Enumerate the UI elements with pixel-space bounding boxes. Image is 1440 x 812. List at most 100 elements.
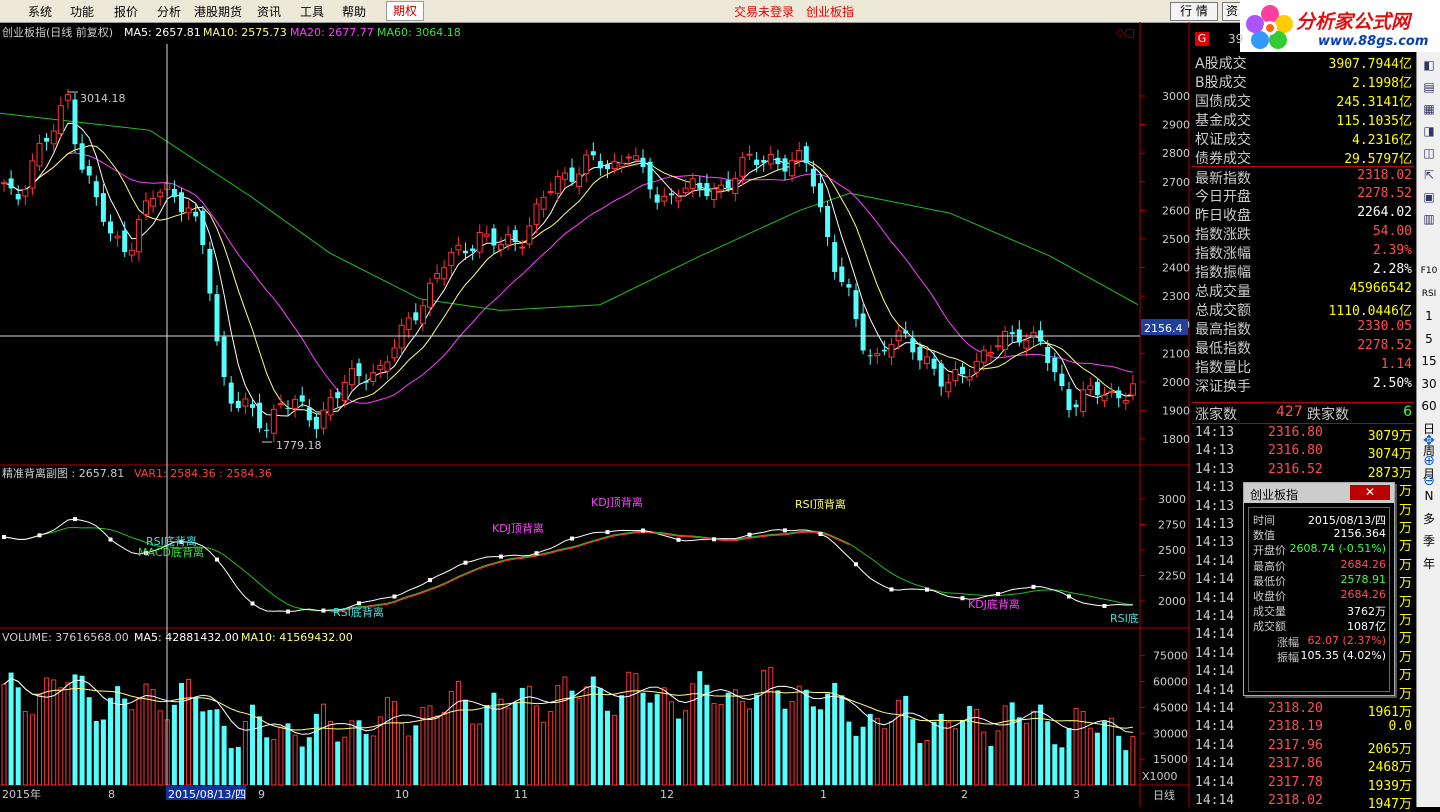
data-window-row: 最低价 2578.91 — [1249, 573, 1389, 588]
toolbar-button-2[interactable]: 1 — [1419, 307, 1439, 325]
down-count-value: 6 — [1403, 404, 1412, 420]
volume-bar — [228, 748, 234, 785]
volume-bar — [335, 741, 341, 785]
data-window[interactable]: 创业板指 ✕ 时间 2015/08/13/四 数值 2156.364 开盘价 2608.7… — [1243, 482, 1395, 696]
volume-bar — [356, 720, 362, 785]
up-count-value: 427 — [1276, 404, 1303, 420]
candle — [335, 388, 341, 408]
toolbar-tool-icon[interactable]: ⇱ — [1419, 166, 1439, 184]
candle — [228, 376, 234, 412]
menu-options[interactable]: 期权 — [386, 1, 425, 21]
data-window-value: 2684.26 — [1340, 588, 1387, 601]
toolbar-tool-icon[interactable]: ◨ — [1419, 122, 1439, 140]
tick-vol: 0.0 — [1388, 719, 1412, 735]
candle — [704, 173, 710, 200]
quote-label: 国债成交 — [1195, 94, 1251, 110]
menu-hk-futures[interactable]: 港股期货 — [194, 3, 242, 20]
menu-function[interactable]: 功能 — [70, 3, 94, 20]
period-label[interactable]: 日线 — [1153, 788, 1175, 802]
menu-system[interactable]: 系统 — [28, 3, 52, 20]
subchart-dot — [1067, 594, 1071, 599]
quote-value: 115.1035亿 — [1336, 114, 1412, 129]
data-window-value: 2684.26 — [1340, 557, 1387, 571]
candle — [945, 374, 952, 399]
toolbar-button-0[interactable]: F10 — [1419, 262, 1439, 280]
trade-login-status[interactable]: 交易未登录 — [734, 3, 794, 20]
volume-bar — [1116, 735, 1122, 785]
data-window-row: 收盘价 2684.26 — [1249, 588, 1389, 603]
quote-button[interactable]: 行 情 — [1170, 2, 1218, 21]
chart-area[interactable]: 3000290028002700260025002400230022002100… — [0, 22, 1190, 807]
toolbar-button-11[interactable]: 多 — [1419, 510, 1439, 528]
toolbar-tool-icon[interactable]: ▥ — [1419, 210, 1439, 228]
candle — [647, 157, 653, 199]
close-button[interactable]: ✕ — [1350, 485, 1390, 500]
menu-tools[interactable]: 工具 — [300, 3, 324, 20]
candle — [718, 179, 725, 199]
zoom-control-icon[interactable]: ⊕ — [1419, 452, 1439, 470]
volume-bar — [306, 737, 312, 785]
menu-analysis[interactable]: 分析 — [157, 3, 181, 20]
quote-label: 指数量比 — [1195, 360, 1251, 376]
candle — [632, 147, 639, 167]
toolbar-button-1[interactable]: RSI — [1419, 285, 1439, 303]
toolbar-tool-icon[interactable]: ▤ — [1419, 78, 1439, 96]
volume-bar — [832, 682, 838, 785]
candle — [966, 368, 973, 387]
volume-bars — [1, 666, 1136, 786]
toolbar-tool-icon[interactable]: ▣ — [1419, 188, 1439, 206]
quote-value: 2.28% — [1372, 262, 1412, 277]
main-chart-header: 创业板指(日线 前复权) MA5: 2657.81 MA10: 2575.73 … — [2, 25, 1135, 39]
data-window-value: 2608.74 (-0.51%) — [1289, 542, 1386, 556]
tick-vol: 3079万 — [1367, 429, 1412, 444]
volume-bar — [796, 685, 802, 786]
subchart-dot — [1102, 603, 1107, 608]
volume-tick: 45000 — [1153, 701, 1188, 714]
toolbar-button-5[interactable]: 30 — [1419, 375, 1439, 393]
toolbar-button-6[interactable]: 60 — [1419, 397, 1439, 415]
toolbar-tool-icon[interactable]: ▦ — [1419, 100, 1439, 118]
volume-bar — [626, 671, 632, 786]
menu-help[interactable]: 帮助 — [342, 3, 366, 20]
chart-options-icon[interactable]: ◇▢ — [1116, 26, 1135, 39]
toolbar-button-3[interactable]: 5 — [1419, 330, 1439, 348]
subchart-dot — [286, 609, 290, 614]
candle — [526, 216, 533, 249]
subchart-dot — [1031, 584, 1036, 589]
candle — [370, 363, 377, 386]
toolbar-tool-icon[interactable]: ◫ — [1419, 144, 1439, 162]
data-window-titlebar[interactable]: 创业板指 ✕ — [1244, 483, 1394, 503]
tick-vol: 万 — [1398, 631, 1412, 647]
volume-bar — [597, 688, 603, 785]
tick-row: 14:14 2318.19 0.0 — [1192, 718, 1414, 736]
candle — [1129, 374, 1136, 401]
volume-bar — [455, 680, 461, 786]
candle — [277, 394, 284, 409]
menu-news[interactable]: 资讯 — [257, 3, 281, 20]
volume-bar — [654, 694, 660, 785]
quote-value: 2.50% — [1372, 376, 1412, 391]
zoom-control-icon[interactable]: ⊖ — [1419, 472, 1439, 490]
tick-row: 14:14 2318.20 1961万 — [1192, 700, 1414, 720]
candle — [803, 142, 809, 173]
chart-svg[interactable]: 3000290028002700260025002400230022002100… — [0, 22, 1190, 807]
candle — [207, 241, 213, 302]
toolbar-button-12[interactable]: 季 — [1419, 532, 1439, 550]
tick-vol: 万 — [1398, 649, 1412, 665]
toolbar-tool-icon[interactable]: ◧ — [1419, 56, 1439, 74]
toolbar-button-13[interactable]: 年 — [1419, 555, 1439, 573]
subchart-dot — [250, 601, 255, 606]
toolbar-button-4[interactable]: 15 — [1419, 352, 1439, 370]
quote-label: 最高指数 — [1195, 322, 1251, 338]
candle — [391, 338, 398, 362]
volume-bar — [1059, 747, 1065, 785]
volume-bar — [214, 709, 220, 785]
candle — [583, 149, 590, 183]
news-button[interactable]: 资 — [1222, 2, 1242, 21]
volume-bar — [931, 721, 937, 785]
tick-price: 2318.02 — [1268, 793, 1323, 808]
zoom-control-icon[interactable]: ✥ — [1419, 432, 1439, 450]
candle — [952, 361, 959, 387]
menu-quote[interactable]: 报价 — [114, 3, 138, 20]
data-window-title: 创业板指 — [1250, 488, 1299, 502]
